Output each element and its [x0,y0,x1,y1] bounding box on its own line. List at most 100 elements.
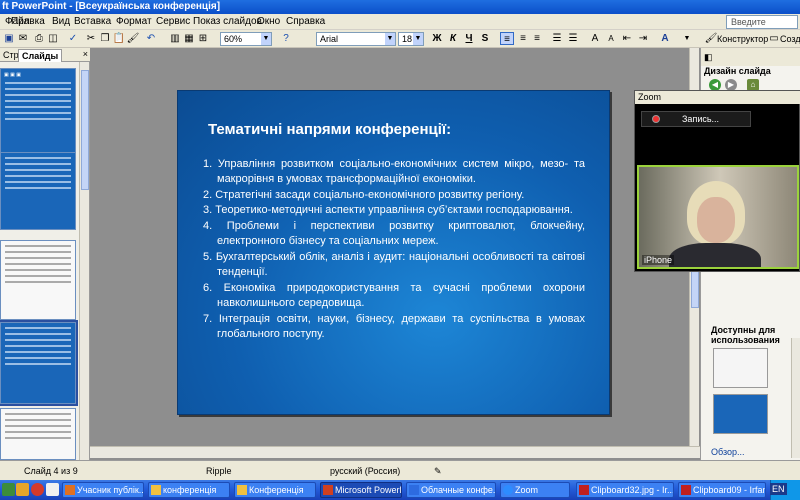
recording-indicator[interactable]: Запись... [641,111,751,127]
menu-insert[interactable]: Вставка [71,15,114,28]
taskbar-button[interactable]: Конференція [234,482,316,498]
italic-button[interactable]: К [446,32,460,45]
slide-thumbnail-3[interactable] [0,240,76,320]
taskbar-button[interactable]: Zoom [500,482,570,498]
undo-icon[interactable]: ↶ [144,32,158,45]
decrease-indent-icon[interactable]: ⇤ [620,32,634,45]
design-icon[interactable]: 🖌 [704,32,718,45]
menu-edit[interactable]: Правка [8,15,48,28]
chart-icon[interactable]: ▥ [168,32,182,45]
zoom-icon [503,485,513,495]
taskbar-button[interactable]: Учасник публік... [62,482,144,498]
taskbar-button[interactable]: Microsoft PowerP... [320,482,402,498]
new-slide-button[interactable]: Создать [780,33,800,45]
slide-title[interactable]: Тематичні напрями конференції: [208,121,451,138]
increase-indent-icon[interactable]: ⇥ [636,32,650,45]
browse-link[interactable]: Обзор... [711,447,745,457]
align-center-icon[interactable]: ≡ [516,32,530,45]
design-thumbnail[interactable] [713,394,768,434]
bullets-icon[interactable]: ☰ [566,32,580,45]
format-painter-icon[interactable]: 🖌 [126,32,140,45]
chevron-down-icon[interactable]: ▼ [385,33,395,45]
menu-help[interactable]: Справка [283,15,328,28]
help-search-input[interactable]: Введите вопрос [726,15,798,39]
spelling-icon[interactable]: ✓ [66,32,80,45]
taskbar-button[interactable]: Облачные конфе... [406,482,496,498]
constructor-button[interactable]: Конструктор [717,33,768,45]
slide-thumbnail-2[interactable] [0,152,76,230]
grid-icon[interactable]: ⊞ [196,32,210,45]
pane-scrollbar[interactable] [791,338,800,458]
chevron-down-icon[interactable]: ▼ [261,33,271,45]
grow-font-icon[interactable]: A [588,32,602,45]
taskbar-label: Облачные конфе... [421,485,496,495]
explorer-icon[interactable] [46,483,59,496]
font-color-icon[interactable]: A [658,32,672,45]
slide-thumbnail-4[interactable] [0,320,78,406]
taskbar-label: конференція [163,485,217,495]
scrollbar-thumb[interactable] [81,70,89,190]
font-value: Arial [320,34,339,44]
menu-format[interactable]: Формат [113,15,155,28]
slide-body[interactable]: 1. Управління розвитком соціально-економ… [203,157,585,342]
font-select[interactable]: Arial ▼ [316,32,396,46]
pane-title: Дизайн слайда [704,66,771,76]
taskbar-label: Zoom [515,485,539,495]
menu-view[interactable]: Вид [49,15,73,28]
record-icon [652,115,660,123]
tab-outline[interactable]: Структура [0,49,18,62]
preview-icon[interactable]: ◫ [46,32,60,45]
cut-icon[interactable]: ✂ [84,32,98,45]
shadow-button[interactable]: S [478,32,492,45]
thumb-line [5,94,71,96]
design-thumbnail[interactable] [713,348,768,388]
close-icon[interactable]: × [83,49,88,59]
taskbar-button[interactable]: конференція [148,482,230,498]
align-right-icon[interactable]: ≡ [530,32,544,45]
list-item: 7. Інтеграція освіти, науки, бізнесу, де… [203,312,585,340]
irfanview-icon [579,485,589,495]
thumb-line [5,339,71,341]
browser-icon[interactable] [16,483,29,496]
numbering-icon[interactable]: ☰ [550,32,564,45]
save-icon[interactable]: ▣ [2,32,16,45]
thumb-line [5,106,71,108]
zoom-select[interactable]: 60% ▼ [220,32,272,46]
current-slide[interactable]: Тематичні напрями конференції: 1. Управл… [177,90,610,415]
shrink-font-icon[interactable]: A [604,32,618,45]
thumb-text: ▣ ▣ ▣ [4,72,21,78]
slides-scrollbar[interactable] [79,62,89,460]
chevron-down-icon[interactable]: ▼ [413,33,423,45]
copy-icon[interactable]: ❐ [98,32,112,45]
new-slide-icon[interactable]: ▭ [767,32,781,45]
taskbar-button[interactable]: Clipboard09 - Irfan... [678,482,766,498]
opera-icon[interactable] [31,483,44,496]
zoom-window[interactable]: Zoom Запись... iPhone [634,90,800,272]
help-icon[interactable]: ? [279,32,293,45]
underline-button[interactable]: Ч [462,32,476,45]
taskbar-button[interactable]: Clipboard32.jpg - Ir... [576,482,674,498]
print-icon[interactable]: ⎙ [32,32,46,45]
align-left-icon[interactable]: ≡ [500,32,514,45]
powerpoint-icon [323,485,333,495]
list-item: 5. Бухгалтерський облік, аналіз і аудит:… [203,250,585,279]
paste-icon[interactable]: 📋 [112,32,126,45]
menu-window[interactable]: Окно [254,15,283,28]
spellcheck-icon[interactable]: ✎ [434,466,442,477]
tab-slides[interactable]: Слайды [18,49,63,62]
table-icon[interactable]: ▦ [182,32,196,45]
permission-icon[interactable]: ✉ [16,32,30,45]
chevron-down-icon[interactable]: ▼ [680,32,694,45]
slide-thumbnail-5[interactable] [0,408,76,460]
thumb-line [5,419,71,421]
thumb-line [5,82,71,84]
font-size-select[interactable]: 18 ▼ [398,32,424,46]
start-icon[interactable] [2,483,15,496]
design-name: Ripple [206,466,232,476]
canvas-horizontal-scrollbar[interactable] [90,446,700,458]
menu-service[interactable]: Сервис [153,15,193,28]
thumb-line [5,363,71,365]
participant-video[interactable]: iPhone [637,165,799,269]
bold-button[interactable]: Ж [430,32,444,45]
language-indicator[interactable]: EN [770,483,787,495]
